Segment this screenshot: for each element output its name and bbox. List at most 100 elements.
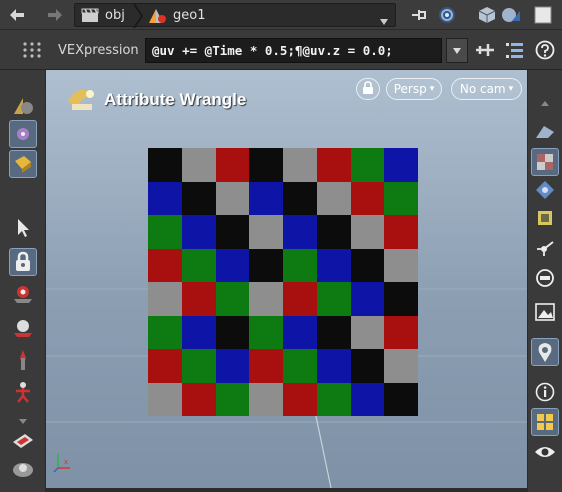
display-geometry-icon[interactable] bbox=[531, 176, 559, 204]
checker-cell bbox=[316, 215, 351, 249]
lock-icon bbox=[362, 80, 374, 98]
safe-area-icon[interactable] bbox=[531, 408, 559, 436]
vex-expression-field[interactable]: @uv += @Time * 0.5;¶@uv.z = 0.0; bbox=[145, 38, 442, 63]
checker-cell bbox=[249, 382, 283, 416]
checker-cell bbox=[181, 181, 216, 215]
clapboard-icon bbox=[81, 8, 99, 27]
snapshot-icon[interactable] bbox=[9, 426, 37, 454]
lock-icon[interactable] bbox=[9, 248, 37, 276]
checker-cell bbox=[215, 181, 250, 215]
checker-cell bbox=[249, 148, 283, 182]
checker-cell bbox=[283, 181, 317, 215]
checker-cell bbox=[181, 349, 216, 383]
checker-cell bbox=[283, 215, 317, 249]
breadcrumb-separator-icon bbox=[133, 3, 144, 29]
path-bar: obj geo1 bbox=[0, 0, 562, 30]
checker-cell bbox=[350, 148, 385, 182]
checker-cell bbox=[350, 349, 385, 383]
expression-label: VEXpression bbox=[58, 43, 139, 58]
checker-cell bbox=[384, 148, 418, 182]
checker-cell bbox=[181, 382, 216, 416]
scene-viewport[interactable]: Attribute Wrangle Persp ▾ No cam ▾ x bbox=[46, 70, 527, 488]
checker-cell bbox=[215, 215, 250, 249]
pose-tool-icon[interactable] bbox=[9, 378, 37, 406]
view-mode-dropdown[interactable]: Persp ▾ bbox=[386, 78, 442, 100]
checker-cell bbox=[249, 282, 283, 316]
eye-icon[interactable] bbox=[531, 438, 559, 466]
back-arrow-icon[interactable] bbox=[6, 5, 28, 25]
select-primitives-icon[interactable] bbox=[9, 150, 37, 178]
chevron-down-icon[interactable] bbox=[379, 11, 389, 30]
box-display-icon[interactable] bbox=[476, 4, 498, 26]
checker-cell bbox=[316, 248, 351, 282]
camera-dropdown[interactable]: No cam ▾ bbox=[451, 78, 522, 100]
pin-icon[interactable] bbox=[408, 4, 430, 26]
checker-cell bbox=[148, 248, 182, 282]
checker-cell bbox=[148, 382, 182, 416]
checker-cell bbox=[148, 181, 182, 215]
grip-icon[interactable] bbox=[22, 41, 42, 59]
axis-gizmo: x bbox=[52, 450, 76, 478]
target-icon[interactable] bbox=[436, 4, 458, 26]
shade-lit-icon[interactable] bbox=[9, 92, 37, 120]
select-points-icon[interactable] bbox=[9, 120, 37, 148]
checker-cell bbox=[148, 315, 182, 349]
right-toolbar bbox=[527, 70, 562, 492]
checker-cell bbox=[215, 282, 250, 316]
checker-cell bbox=[283, 315, 317, 349]
checker-cell bbox=[350, 382, 385, 416]
view-mode-label: Persp bbox=[393, 82, 427, 96]
checker-cell bbox=[350, 282, 385, 316]
background-image-icon[interactable] bbox=[531, 298, 559, 326]
expression-menu-chevron-icon[interactable] bbox=[446, 38, 468, 63]
select-arrow-icon[interactable] bbox=[9, 214, 37, 242]
checker-cell bbox=[384, 382, 418, 416]
camera-lock-button[interactable] bbox=[356, 78, 380, 100]
add-parameter-icon[interactable] bbox=[474, 39, 496, 61]
viewport-bottom-border bbox=[46, 488, 527, 492]
location-pin-icon[interactable] bbox=[531, 338, 559, 366]
checker-cell bbox=[283, 349, 317, 383]
checker-cell bbox=[148, 215, 182, 249]
checker-cell bbox=[148, 148, 182, 182]
handle-tool-icon[interactable] bbox=[9, 346, 37, 374]
checker-cell bbox=[249, 215, 283, 249]
checker-cell bbox=[181, 148, 216, 182]
checker-cell bbox=[350, 248, 385, 282]
toolbar-up-chevron-icon[interactable] bbox=[540, 92, 550, 111]
display-options-icon[interactable] bbox=[531, 264, 559, 292]
checker-cell bbox=[316, 349, 351, 383]
viewport-node-title: Attribute Wrangle bbox=[104, 90, 247, 109]
checker-cell bbox=[350, 315, 385, 349]
checker-cell bbox=[316, 315, 351, 349]
info-icon[interactable] bbox=[531, 378, 559, 406]
checker-cell bbox=[181, 282, 216, 316]
checker-cell bbox=[181, 248, 216, 282]
checker-cell bbox=[215, 148, 250, 182]
rotate-tool-icon[interactable] bbox=[9, 314, 37, 342]
camera-label: No cam bbox=[459, 82, 506, 96]
checker-cell bbox=[350, 215, 385, 249]
parameter-list-icon[interactable] bbox=[504, 39, 526, 61]
network-path-field[interactable]: obj geo1 bbox=[74, 3, 396, 30]
expression-bar: VEXpression @uv += @Time * 0.5;¶@uv.z = … bbox=[0, 30, 562, 70]
help-icon[interactable] bbox=[534, 39, 556, 61]
ghost-geometry-icon[interactable] bbox=[531, 204, 559, 232]
checker-cell bbox=[283, 148, 317, 182]
normals-icon[interactable] bbox=[531, 234, 559, 262]
scene-view-icon[interactable] bbox=[500, 4, 522, 26]
checker-cell bbox=[249, 248, 283, 282]
wireframe-checker-icon[interactable] bbox=[531, 148, 559, 176]
breadcrumb-geo1[interactable]: geo1 bbox=[173, 8, 205, 23]
chevron-down-icon: ▾ bbox=[429, 84, 435, 94]
transform-tool-icon[interactable] bbox=[9, 280, 37, 308]
checker-cell bbox=[215, 248, 250, 282]
maximize-pane-icon[interactable] bbox=[532, 4, 554, 26]
render-region-icon[interactable] bbox=[9, 454, 37, 482]
checker-cell bbox=[148, 349, 182, 383]
shading-mode-icon[interactable] bbox=[531, 118, 559, 146]
breadcrumb-obj[interactable]: obj bbox=[105, 8, 125, 23]
forward-arrow-icon[interactable] bbox=[44, 5, 66, 25]
checker-cell bbox=[249, 181, 283, 215]
checker-cell bbox=[181, 315, 216, 349]
